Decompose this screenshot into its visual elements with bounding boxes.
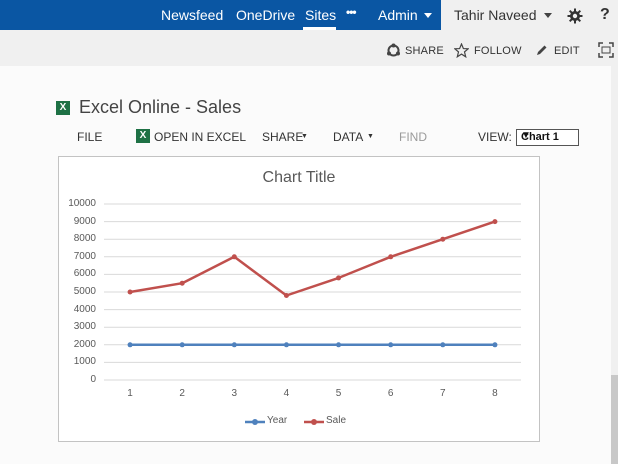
data-point-year	[283, 342, 289, 348]
dropdown-arrow-icon: ▼	[521, 130, 531, 141]
y-tick-label: 9000	[73, 215, 96, 227]
x-tick-label: 8	[492, 388, 498, 399]
document-title: Excel Online - Sales	[79, 97, 242, 117]
nav-admin[interactable]: Admin	[378, 7, 418, 23]
chevron-down-icon[interactable]	[544, 13, 552, 18]
chevron-down-icon[interactable]: ▼	[367, 133, 374, 140]
y-tick-label: 10000	[68, 198, 96, 209]
follow-action[interactable]: FOLLOW	[474, 45, 522, 57]
data-point-year	[179, 342, 185, 348]
series-line-sale	[129, 220, 496, 297]
nav-sites[interactable]: Sites	[305, 7, 336, 23]
excel-icon[interactable]: X	[136, 129, 150, 143]
legend-label: Sale	[326, 415, 347, 426]
ribbon-data[interactable]: DATA	[333, 130, 363, 144]
scrollbar-thumb[interactable]	[611, 375, 618, 464]
x-tick-label: 2	[179, 388, 185, 399]
data-point-sale	[440, 236, 446, 242]
data-point-sale	[283, 293, 289, 299]
x-tick-label: 5	[335, 388, 342, 399]
ribbon-find[interactable]: FIND	[399, 130, 427, 144]
excel-icon: X	[56, 101, 70, 115]
nav-more-menu[interactable]: •••	[346, 5, 357, 19]
data-point-sale	[127, 289, 133, 295]
x-tick-label: 7	[440, 388, 446, 399]
data-point-year	[336, 342, 342, 348]
star-icon[interactable]	[454, 43, 469, 58]
data-point-sale	[492, 219, 498, 225]
gear-icon[interactable]	[567, 8, 583, 24]
view-label: VIEW:	[478, 130, 512, 144]
help-icon[interactable]: ?	[600, 6, 610, 24]
view-select[interactable]: Chart 1 ▼	[516, 129, 579, 146]
edit-action[interactable]: EDIT	[554, 45, 580, 57]
y-tick-label: 7000	[73, 250, 96, 262]
chevron-down-icon[interactable]	[424, 13, 432, 18]
legend-label: Year	[267, 415, 288, 426]
x-tick-label: 6	[387, 388, 394, 399]
fullscreen-icon[interactable]	[598, 42, 614, 58]
data-point-sale	[179, 280, 185, 286]
x-tick-label: 3	[231, 388, 238, 399]
chevron-down-icon[interactable]: ▼	[301, 133, 308, 140]
x-tick-label: 1	[127, 388, 133, 399]
pencil-icon[interactable]	[535, 44, 548, 57]
y-tick-label: 1000	[73, 356, 96, 368]
data-point-year	[440, 342, 446, 348]
legend-marker	[311, 419, 317, 425]
nav-newsfeed[interactable]: Newsfeed	[161, 7, 223, 23]
y-tick-label: 8000	[73, 233, 96, 245]
nav-active-indicator	[303, 27, 336, 30]
data-point-year	[127, 342, 133, 348]
user-name[interactable]: Tahir Naveed	[454, 7, 537, 23]
data-point-year	[492, 342, 498, 348]
data-point-sale	[336, 275, 342, 281]
y-tick-label: 5000	[73, 286, 96, 297]
ribbon-open-in-excel[interactable]: OPEN IN EXCEL	[154, 130, 246, 144]
ribbon-file[interactable]: FILE	[77, 130, 102, 144]
y-tick-label: 2000	[73, 338, 96, 350]
y-tick-label: 0	[90, 374, 96, 385]
share-action[interactable]: SHARE	[405, 45, 444, 57]
x-tick-label: 4	[283, 388, 290, 399]
nav-onedrive[interactable]: OneDrive	[236, 7, 295, 23]
ribbon-share[interactable]: SHARE	[262, 130, 303, 144]
data-point-sale	[231, 254, 237, 260]
chart-frame[interactable]: Chart Title 10000 9000 8000 7000 6000 5000 400…	[58, 156, 540, 442]
share-icon[interactable]	[386, 43, 401, 58]
data-point-sale	[388, 254, 394, 260]
y-tick-label: 4000	[73, 303, 96, 315]
y-tick-label: 3000	[73, 321, 96, 333]
data-point-year	[231, 342, 237, 348]
y-tick-label: 6000	[73, 268, 96, 280]
data-point-year	[388, 342, 394, 348]
legend-marker	[252, 419, 258, 425]
